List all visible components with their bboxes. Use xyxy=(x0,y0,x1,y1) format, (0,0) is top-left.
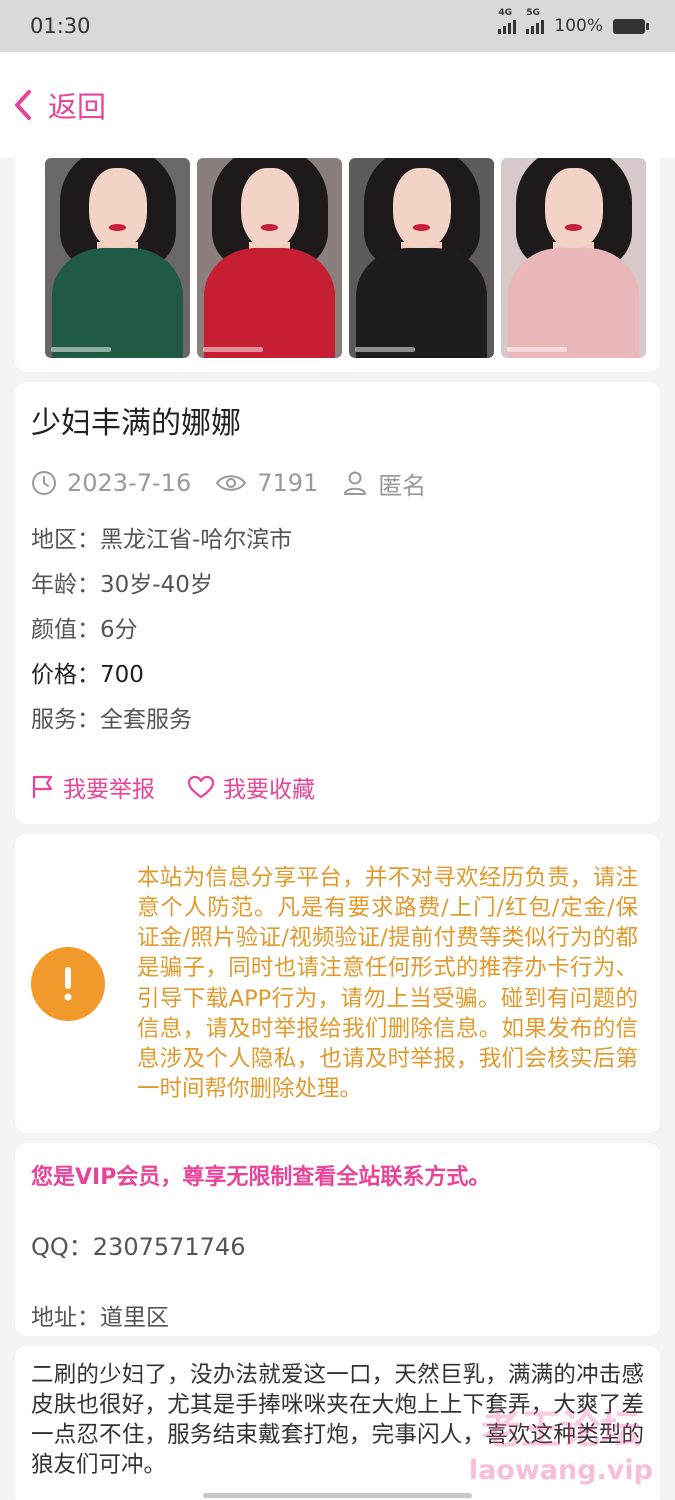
report-button[interactable]: 我要举报 xyxy=(31,770,155,804)
post-meta: 2023-7-16 7191 匿名 xyxy=(31,466,644,500)
signal-5g-icon: 5G xyxy=(526,8,545,34)
post-views: 7191 xyxy=(215,469,318,497)
photo-1[interactable] xyxy=(45,158,190,358)
post-author: 匿名 xyxy=(342,466,426,501)
vip-banner: 您是VIP会员，尊享无限制查看全站联系方式。 xyxy=(31,1165,491,1190)
battery-icon xyxy=(613,18,649,34)
contact-qq: QQ：2307571746 xyxy=(31,1233,246,1261)
post-actions: 我要举报 我要收藏 xyxy=(31,770,315,804)
eye-icon xyxy=(216,475,247,491)
report-label: 我要举报 xyxy=(63,777,155,803)
field-looks: 颜值：6分 xyxy=(31,617,138,643)
field-service: 服务：全套服务 xyxy=(31,707,192,733)
status-indicators: 4G 5G 100% xyxy=(498,8,649,36)
photo-gallery xyxy=(15,158,660,372)
status-time: 01:30 xyxy=(30,14,91,38)
post-author-text: 匿名 xyxy=(378,471,427,500)
warning-notice-card: 本站为信息分享平台，并不对寻欢经历负责，请注意个人防范。凡是有要求路费/上门/红… xyxy=(15,834,660,1133)
user-icon xyxy=(344,471,367,495)
contact-card: 您是VIP会员，尊享无限制查看全站联系方式。 QQ：2307571746 地址：… xyxy=(15,1143,660,1336)
favorite-label: 我要收藏 xyxy=(223,777,315,803)
status-bar: 01:30 4G 5G 100% xyxy=(0,0,675,52)
field-region: 地区：黑龙江省-哈尔滨市 xyxy=(31,527,293,553)
signal-4g-icon: 4G xyxy=(498,8,517,34)
post-date-text: 2023-7-16 xyxy=(67,469,192,497)
back-label: 返回 xyxy=(48,90,107,124)
exclamation-icon xyxy=(31,946,105,1021)
field-age: 年龄：30岁-40岁 xyxy=(31,572,213,598)
post-fields: 地区：黑龙江省-哈尔滨市 年龄：30岁-40岁 颜值：6分 价格：700 服务：… xyxy=(31,518,644,743)
field-price: 价格：700 xyxy=(31,662,144,688)
chevron-left-icon xyxy=(15,90,31,120)
photo-4[interactable] xyxy=(501,158,646,358)
back-button[interactable]: 返回 xyxy=(12,84,106,126)
network-2-label: 5G xyxy=(526,8,541,18)
heart-icon xyxy=(187,775,215,799)
post-date: 2023-7-16 xyxy=(31,469,191,497)
warning-text: 本站为信息分享平台，并不对寻欢经历负责，请注意个人防范。凡是有要求路费/上门/红… xyxy=(137,864,638,1103)
photo-2[interactable] xyxy=(197,158,342,358)
description-text: 二刷的少妇了，没办法就爱这一口，天然巨乳，满满的冲击感皮肤也很好，尤其是手捧咪咪… xyxy=(31,1362,644,1478)
network-1-label: 4G xyxy=(498,8,513,18)
post-views-text: 7191 xyxy=(257,469,319,497)
description-card: 二刷的少妇了，没办法就爱这一口，天然巨乳，满满的冲击感皮肤也很好，尤其是手捧咪咪… xyxy=(15,1346,660,1500)
home-indicator[interactable] xyxy=(203,1493,472,1498)
contact-address: 地址：道里区 xyxy=(31,1305,169,1331)
clock-icon xyxy=(32,471,56,495)
post-info-card: 少妇丰满的娜娜 2023-7-16 7191 匿名 地区：黑龙江省-哈尔滨市 年… xyxy=(15,382,660,824)
flag-icon xyxy=(32,775,53,798)
favorite-button[interactable]: 我要收藏 xyxy=(187,770,315,804)
post-title: 少妇丰满的娜娜 xyxy=(31,406,241,441)
battery-percent: 100% xyxy=(554,16,603,36)
nav-bar: 返回 xyxy=(0,52,675,158)
photo-3[interactable] xyxy=(349,158,494,358)
